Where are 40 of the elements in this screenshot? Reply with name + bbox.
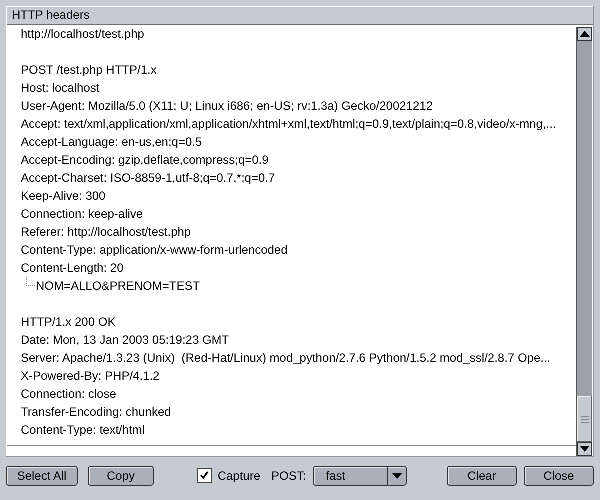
header-line: Keep-Alive: 300 (21, 188, 106, 205)
header-line: Content-Type: application/x-www-form-urlencoded (21, 242, 288, 259)
body-text: NOM=ALLO&PRENOM=TEST (36, 278, 200, 295)
down-triangle-icon (580, 446, 590, 452)
header-line: HTTP/1.x 200 OK (21, 314, 116, 331)
post-mode-dropdown[interactable]: fast (313, 466, 408, 486)
header-line: Content-Type: text/html (21, 422, 146, 439)
header-line: X-Powered-By: PHP/4.1.2 (21, 368, 160, 385)
header-line: Date: Mon, 13 Jan 2003 05:19:23 GMT (21, 332, 230, 349)
up-triangle-icon (580, 31, 590, 37)
header-line: Accept: text/xml,application/xml,application/xhtml+xml,text/html;q=0.9,text/plain;q=0.8,video/x-mng,... (21, 116, 556, 133)
header-line: Content-Length: 20 (21, 260, 124, 277)
scrollbar[interactable] (576, 27, 592, 456)
caret-icon (392, 472, 403, 478)
header-line: Accept-Charset: ISO-8859-1,utf-8;q=0.7,*;q=0.7 (21, 170, 276, 187)
header-line: Connection: keep-alive (21, 206, 144, 223)
capture-checkbox[interactable] (196, 468, 212, 483)
panel-header: HTTP headers (7, 7, 593, 25)
capture-label[interactable]: Capture (218, 468, 261, 482)
tree-line-icon (26, 277, 35, 287)
checkmark-icon (198, 470, 210, 481)
select-all-button[interactable]: Select All (6, 466, 78, 486)
post-label: POST: (272, 468, 306, 482)
scroll-down-button[interactable] (577, 442, 592, 456)
header-line: Accept-Language: en-us,en;q=0.5 (21, 134, 202, 151)
header-line: Accept-Encoding: gzip,deflate,compress;q=0.9 (21, 152, 269, 169)
header-line: http://localhost/test.php (21, 26, 144, 43)
clear-button[interactable]: Clear (447, 466, 518, 486)
grip-icon (580, 416, 588, 422)
scroll-thumb[interactable] (577, 396, 592, 442)
close-button[interactable]: Close (524, 466, 594, 486)
header-line: Referer: http://localhost/test.php (21, 224, 192, 241)
header-line: Connection: close (21, 386, 116, 403)
scroll-up-button[interactable] (577, 27, 592, 41)
header-line: User-Agent: Mozilla/5.0 (X11; U; Linux i686; en-US; rv:1.3a) Gecko/20021212 (21, 98, 433, 115)
copy-button[interactable]: Copy (88, 466, 154, 486)
header-line: Server: Apache/1.3.23 (Unix) (Red-Hat/Linux) mod_python/2.7.6 Python/1.5.2 mod_ssl/2.8.7 Ope... (21, 350, 551, 367)
header-line: Transfer-Encoding: chunked (21, 404, 172, 421)
header-line: POST /test.php HTTP/1.x (21, 62, 157, 79)
header-line: Host: localhost (21, 80, 100, 97)
